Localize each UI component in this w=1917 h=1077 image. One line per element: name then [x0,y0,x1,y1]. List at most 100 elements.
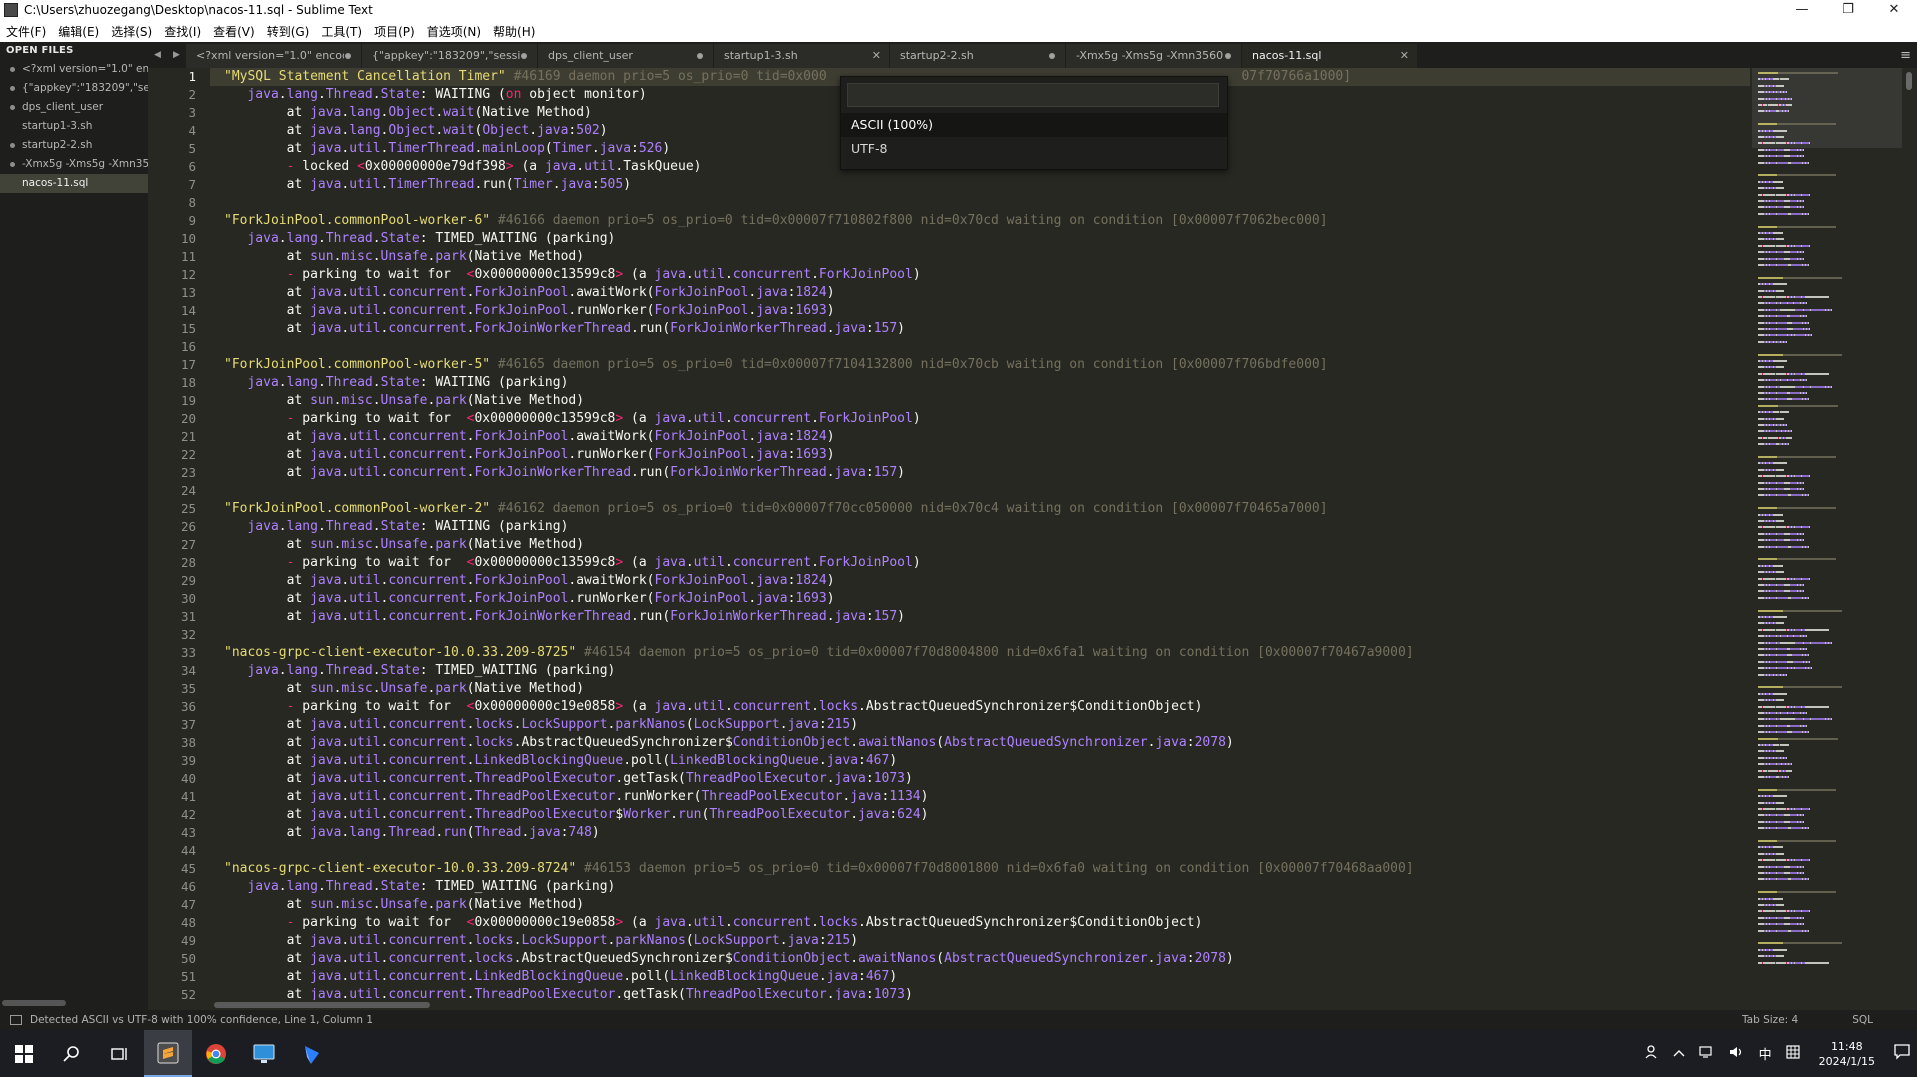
line-number[interactable]: 36 [148,698,210,716]
code-line[interactable]: at java.util.concurrent.locks.LockSuppor… [210,932,1750,950]
line-number[interactable]: 41 [148,788,210,806]
menu-preferences[interactable]: 首选项(N) [421,23,487,40]
line-number[interactable]: 46 [148,878,210,896]
line-number[interactable]: 42 [148,806,210,824]
sidebar-scrollbar[interactable] [2,1000,66,1006]
minimap[interactable] [1752,68,1902,1000]
code-line[interactable]: at sun.misc.Unsafe.park(Native Method) [210,536,1750,554]
line-number[interactable]: 7 [148,176,210,194]
line-number[interactable]: 15 [148,320,210,338]
sidebar-file-startup1[interactable]: startup1-3.sh [0,117,148,136]
line-number[interactable]: 45 [148,860,210,878]
code-line[interactable]: at java.util.concurrent.ForkJoinWorkerTh… [210,464,1750,482]
line-number[interactable]: 22 [148,446,210,464]
sidebar-file-xml[interactable]: <?xml version="1.0" encc [0,60,148,79]
line-number[interactable]: 18 [148,374,210,392]
line-number[interactable]: 12 [148,266,210,284]
code-line[interactable]: at sun.misc.Unsafe.park(Native Method) [210,896,1750,914]
code-line[interactable]: at java.util.concurrent.ForkJoinPool.awa… [210,428,1750,446]
code-line[interactable]: - parking to wait for <0x00000000c19e085… [210,698,1750,716]
line-number[interactable]: 1 [148,68,210,86]
menu-view[interactable]: 查看(V) [207,23,261,40]
code-line[interactable]: at java.util.concurrent.ForkJoinPool.run… [210,302,1750,320]
line-number[interactable]: 8 [148,194,210,212]
tab-xml[interactable]: <?xml version="1.0" encoding = "UTF-8" ?… [186,44,361,68]
line-number[interactable]: 40 [148,770,210,788]
line-number[interactable]: 11 [148,248,210,266]
line-number[interactable]: 10 [148,230,210,248]
close-tab-icon[interactable]: ✕ [872,44,881,68]
menu-project[interactable]: 项目(P) [368,23,421,40]
line-number[interactable]: 17 [148,356,210,374]
code-line[interactable]: java.lang.Thread.State: TIMED_WAITING (p… [210,662,1750,680]
unsaved-dot-icon[interactable] [697,53,703,59]
line-number[interactable]: 47 [148,896,210,914]
tab-dps-client-user[interactable]: dps_client_user [538,44,713,68]
code-line[interactable]: "ForkJoinPool.commonPool-worker-5" #4616… [210,356,1750,374]
sidebar-file-appkey[interactable]: {"appkey":"183209","sessi [0,79,148,98]
code-line[interactable]: at java.lang.Thread.run(Thread.java:748) [210,824,1750,842]
line-number[interactable]: 51 [148,968,210,986]
code-line[interactable]: at java.util.concurrent.LinkedBlockingQu… [210,752,1750,770]
horizontal-scrollbar[interactable] [210,1000,1910,1010]
user-icon[interactable] [1645,1044,1659,1063]
panel-toggle-icon[interactable] [10,1015,22,1025]
scrollbar-thumb[interactable] [1906,72,1912,90]
taskbar-clock[interactable]: 11:48 2024/1/15 [1819,1039,1875,1069]
line-number[interactable]: 39 [148,752,210,770]
sidebar-file-jvm-opts[interactable]: -Xmx5g -Xms5g -Xmn356 [0,155,148,174]
menu-selection[interactable]: 选择(S) [105,23,158,40]
line-number[interactable]: 21 [148,428,210,446]
code-line[interactable]: at java.util.concurrent.locks.LockSuppor… [210,716,1750,734]
windows-start-icon[interactable] [0,1030,48,1077]
menu-tools[interactable]: 工具(T) [315,23,368,40]
line-number[interactable]: 5 [148,140,210,158]
line-number[interactable]: 48 [148,914,210,932]
remote-desktop-icon[interactable] [240,1030,288,1077]
code-line[interactable]: at java.util.concurrent.ForkJoinPool.awa… [210,284,1750,302]
line-number[interactable]: 49 [148,932,210,950]
code-line[interactable]: at java.util.concurrent.ThreadPoolExecut… [210,986,1750,1000]
sidebar-file-nacos-sql[interactable]: nacos-11.sql [0,174,148,193]
unsaved-dot-icon[interactable] [521,53,527,59]
code-line[interactable]: at java.util.concurrent.locks.AbstractQu… [210,950,1750,968]
line-number[interactable]: 23 [148,464,210,482]
line-number[interactable]: 35 [148,680,210,698]
search-icon[interactable] [48,1030,96,1077]
code-line[interactable]: at java.util.concurrent.ForkJoinWorkerTh… [210,320,1750,338]
ime-indicator[interactable]: 中 [1759,1044,1772,1063]
tab-prev-icon[interactable]: ◀ [154,50,161,60]
tab-menu-icon[interactable]: ≡ [1900,48,1911,63]
line-number[interactable]: 44 [148,842,210,860]
chevron-up-icon[interactable] [1673,1046,1685,1061]
line-number[interactable]: 30 [148,590,210,608]
code-line[interactable]: - parking to wait for <0x00000000c19e085… [210,914,1750,932]
sublime-text-icon[interactable] [144,1030,192,1077]
code-line[interactable]: at java.util.TimerThread.run(Timer.java:… [210,176,1750,194]
line-number[interactable]: 19 [148,392,210,410]
line-number[interactable]: 13 [148,284,210,302]
code-line[interactable]: - parking to wait for <0x00000000c13599c… [210,554,1750,572]
code-line[interactable]: at sun.misc.Unsafe.park(Native Method) [210,248,1750,266]
code-line[interactable]: at sun.misc.Unsafe.park(Native Method) [210,680,1750,698]
code-line[interactable]: - parking to wait for <0x00000000c13599c… [210,266,1750,284]
code-line[interactable]: at java.util.concurrent.ForkJoinPool.run… [210,446,1750,464]
maximize-button[interactable]: ❐ [1825,0,1871,20]
code-line[interactable]: at java.util.concurrent.ForkJoinPool.run… [210,590,1750,608]
line-number[interactable]: 14 [148,302,210,320]
notification-icon[interactable] [1894,1043,1910,1064]
line-number[interactable]: 29 [148,572,210,590]
line-number[interactable]: 27 [148,536,210,554]
line-number[interactable]: 43 [148,824,210,842]
quick-panel-input[interactable] [847,83,1219,107]
code-line[interactable]: at java.util.concurrent.LinkedBlockingQu… [210,968,1750,986]
close-window-button[interactable]: ✕ [1871,0,1917,20]
tab-appkey[interactable]: {"appkey":"183209","sessionkey":"0a5a434… [362,44,537,68]
code-line[interactable] [210,338,1750,356]
line-number[interactable]: 25 [148,500,210,518]
menu-goto[interactable]: 转到(G) [261,23,316,40]
code-line[interactable]: at sun.misc.Unsafe.park(Native Method) [210,392,1750,410]
line-number[interactable]: 52 [148,986,210,1000]
tab-startup1[interactable]: startup1-3.sh ✕ [714,44,889,68]
code-line[interactable]: "ForkJoinPool.commonPool-worker-2" #4616… [210,500,1750,518]
